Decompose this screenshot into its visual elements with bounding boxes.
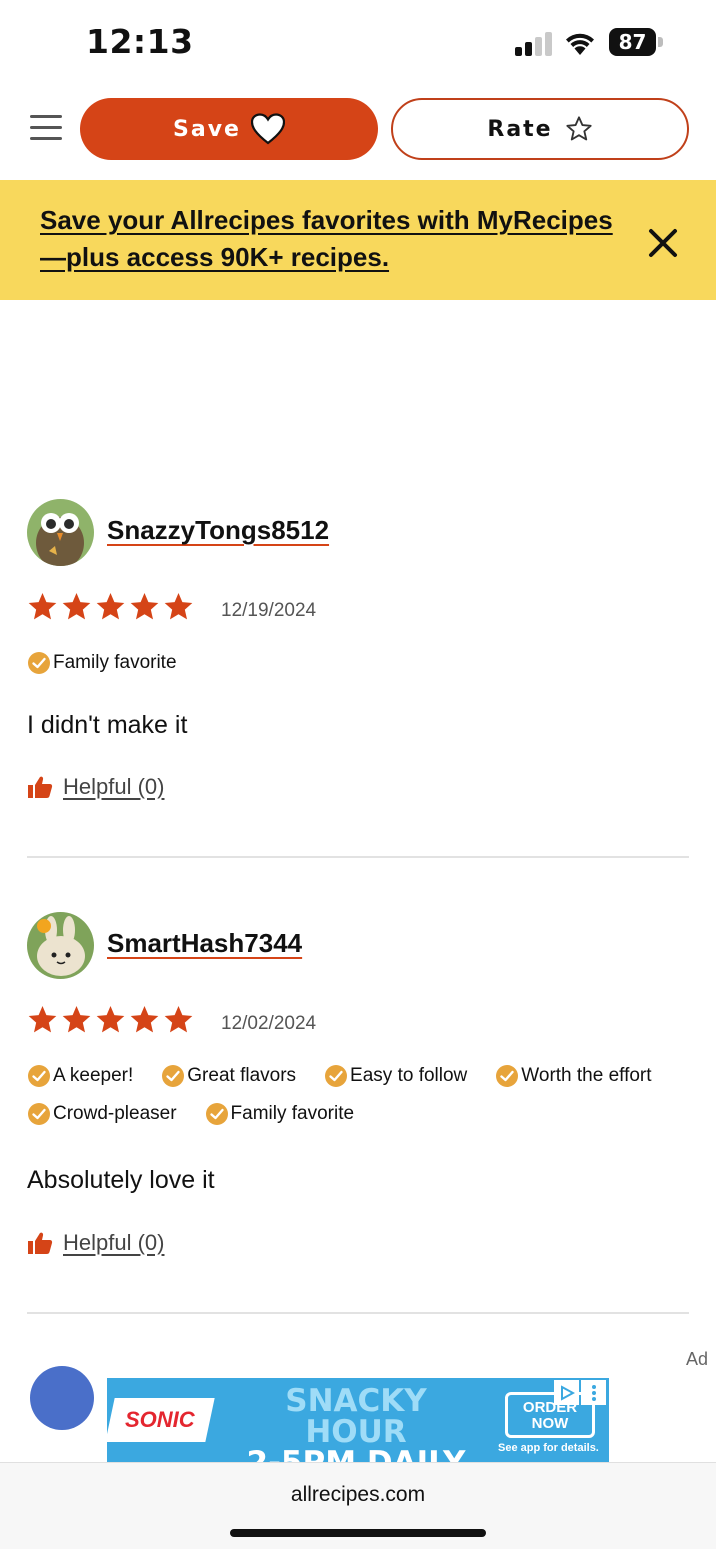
- ad-headline: SNACKY HOUR 2-5PM DAILY: [231, 1383, 481, 1463]
- review-tag-label: Family favorite: [53, 652, 177, 673]
- review-item: SnazzyTongs8512 12/19/2024 Family favori…: [27, 499, 689, 819]
- save-button-label: Save: [173, 116, 241, 142]
- status-time: 12:13: [86, 22, 194, 61]
- ad-label: Ad: [686, 1349, 709, 1369]
- browser-address-bar[interactable]: allrecipes.com: [0, 1462, 716, 1549]
- thumbs-up-icon: [28, 1232, 53, 1254]
- owl-sandwich-avatar[interactable]: [27, 499, 94, 566]
- checkmark-circle-icon: [28, 1103, 50, 1125]
- bunny-sandwich-avatar[interactable]: [27, 912, 94, 979]
- avatar[interactable]: [30, 1366, 94, 1430]
- star-filled-icon: [130, 592, 159, 620]
- review-text: Absolutely love it: [27, 1166, 215, 1194]
- sonic-ad-banner[interactable]: SONIC SNACKY HOUR 2-5PM DAILY ORDER NOW …: [107, 1378, 609, 1462]
- star-rating: [27, 1004, 194, 1035]
- home-indicator[interactable]: [230, 1529, 486, 1537]
- reviewer-username[interactable]: SnazzyTongs8512: [107, 515, 329, 546]
- ad-fine-print: See app for details.: [498, 1442, 599, 1454]
- ad-headline-line2: 2-5PM DAILY: [231, 1448, 481, 1463]
- star-filled-icon: [96, 592, 125, 620]
- helpful-label: Helpful (0): [63, 774, 165, 799]
- review-tags: Family favorite: [27, 651, 689, 675]
- more-options-icon[interactable]: [581, 1380, 606, 1405]
- ad-headline-line1: SNACKY HOUR: [285, 1383, 427, 1450]
- review-tag: Family favorite: [27, 651, 177, 675]
- review-tag: Crowd-pleaser: [27, 1102, 177, 1126]
- cellular-signal-icon: [515, 32, 553, 56]
- hamburger-menu-icon[interactable]: [30, 115, 62, 141]
- battery-icon: 87: [609, 28, 663, 56]
- status-bar: 12:13 87: [0, 0, 716, 86]
- review-date: 12/19/2024: [221, 600, 317, 621]
- adchoices-icon[interactable]: [554, 1380, 579, 1405]
- star-filled-icon: [28, 1005, 57, 1033]
- star-filled-icon: [164, 1005, 193, 1033]
- star-rating: [27, 591, 194, 622]
- review-tag-label: Worth the effort: [521, 1065, 652, 1086]
- reviewer-username[interactable]: SmartHash7344: [107, 928, 302, 959]
- ad-choices[interactable]: [554, 1380, 606, 1406]
- checkmark-circle-icon: [325, 1065, 348, 1087]
- checkmark-circle-icon: [28, 1065, 50, 1087]
- review-date: 12/02/2024: [221, 1013, 317, 1034]
- review-tag-label: Easy to follow: [350, 1065, 468, 1086]
- helpful-button[interactable]: Helpful (0): [27, 1230, 164, 1256]
- review-tag-label: Family favorite: [230, 1103, 355, 1124]
- review-tag: Worth the effort: [495, 1064, 652, 1088]
- review-divider: [27, 856, 689, 858]
- review-tag-label: A keeper!: [53, 1065, 134, 1086]
- review-tag: A keeper!: [27, 1064, 133, 1088]
- sonic-logo: SONIC: [107, 1398, 215, 1442]
- star-filled-icon: [28, 592, 57, 620]
- heart-icon: [250, 113, 285, 145]
- checkmark-circle-icon: [496, 1065, 519, 1087]
- review-tag-label: Crowd-pleaser: [53, 1103, 177, 1124]
- checkmark-circle-icon: [205, 1103, 228, 1125]
- review-tag: Family favorite: [205, 1102, 355, 1126]
- review-tag: Easy to follow: [324, 1064, 467, 1088]
- close-icon[interactable]: [646, 226, 680, 260]
- review-tag-label: Great flavors: [187, 1065, 297, 1086]
- review-text: I didn't make it: [27, 711, 188, 739]
- rate-button[interactable]: Rate: [391, 98, 689, 160]
- review-item: SmartHash7344 12/02/2024 A keeper! Great…: [27, 912, 689, 1272]
- recipe-action-bar: Save Rate: [0, 86, 716, 180]
- review-divider: [27, 1312, 689, 1314]
- rate-button-label: Rate: [487, 116, 553, 142]
- checkmark-circle-icon: [162, 1065, 185, 1087]
- star-filled-icon: [62, 1005, 91, 1033]
- battery-level: 87: [609, 28, 656, 56]
- star-outline-icon: [566, 116, 592, 141]
- helpful-button[interactable]: Helpful (0): [27, 774, 164, 800]
- checkmark-circle-icon: [28, 652, 50, 674]
- thumbs-up-icon: [28, 776, 53, 798]
- helpful-label: Helpful (0): [63, 1230, 165, 1255]
- save-button[interactable]: Save: [80, 98, 378, 160]
- star-filled-icon: [96, 1005, 125, 1033]
- promo-link[interactable]: Save your Allrecipes favorites with MyRe…: [40, 202, 630, 276]
- star-filled-icon: [130, 1005, 159, 1033]
- review-tag: Great flavors: [161, 1064, 296, 1088]
- star-filled-icon: [164, 592, 193, 620]
- wifi-icon: [566, 33, 594, 55]
- url-text[interactable]: allrecipes.com: [0, 1483, 716, 1507]
- review-tags: A keeper! Great flavors Easy to follow W…: [27, 1064, 689, 1126]
- myrecipes-promo-banner: Save your Allrecipes favorites with MyRe…: [0, 180, 716, 300]
- ad-brand: SONIC: [125, 1407, 195, 1432]
- star-filled-icon: [62, 592, 91, 620]
